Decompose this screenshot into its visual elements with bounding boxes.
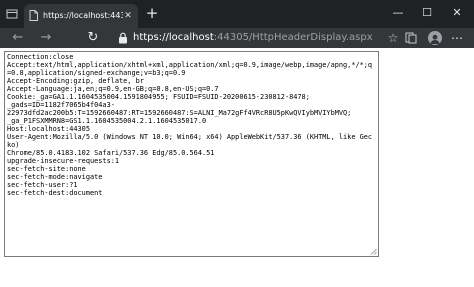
new-tab-button[interactable]: + [144,4,160,22]
back-button[interactable]: ← [8,29,28,47]
tab-active[interactable]: https://localhost:44305/HttpHe ✕ [24,4,138,28]
page-favicon-icon [29,10,38,21]
url-protocol: https:// [133,32,169,43]
profile-avatar[interactable] [428,31,442,45]
forward-button[interactable]: → [36,29,56,47]
toolbar: ← → ↻ https://localhost:44305/HttpHeader… [0,28,474,48]
browser-window: https://localhost:44305/HttpHe ✕ + — ☐ ✕… [0,0,474,287]
maximize-button[interactable]: ☐ [418,4,436,22]
headers-textarea[interactable]: Connection:close Accept:text/html,applic… [4,51,379,257]
address-bar[interactable]: https://localhost:44305/HttpHeaderDispla… [133,30,373,46]
tab-actions-icon[interactable] [3,5,21,23]
more-menu-icon[interactable]: ⋯ [449,29,465,47]
reload-button[interactable]: ↻ [83,29,103,47]
headers-text[interactable]: Connection:close Accept:text/html,applic… [7,53,373,197]
close-window-button[interactable]: ✕ [448,4,466,22]
tab-close-icon[interactable]: ✕ [122,9,134,23]
resize-grip-icon[interactable] [370,248,377,255]
minimize-button[interactable]: — [389,4,407,22]
lock-icon[interactable] [118,32,128,44]
tab-strip: https://localhost:44305/HttpHe ✕ + — ☐ ✕ [0,0,474,28]
page-content: Connection:close Accept:text/html,applic… [0,48,474,287]
collections-icon[interactable] [404,31,418,45]
favorite-star-icon[interactable]: ☆ [385,29,401,47]
url-host: localhost [168,32,214,43]
tab-title: https://localhost:44305/HttpHe [43,11,123,20]
url-path: :44305/HttpHeaderDisplay.aspx [213,32,373,43]
